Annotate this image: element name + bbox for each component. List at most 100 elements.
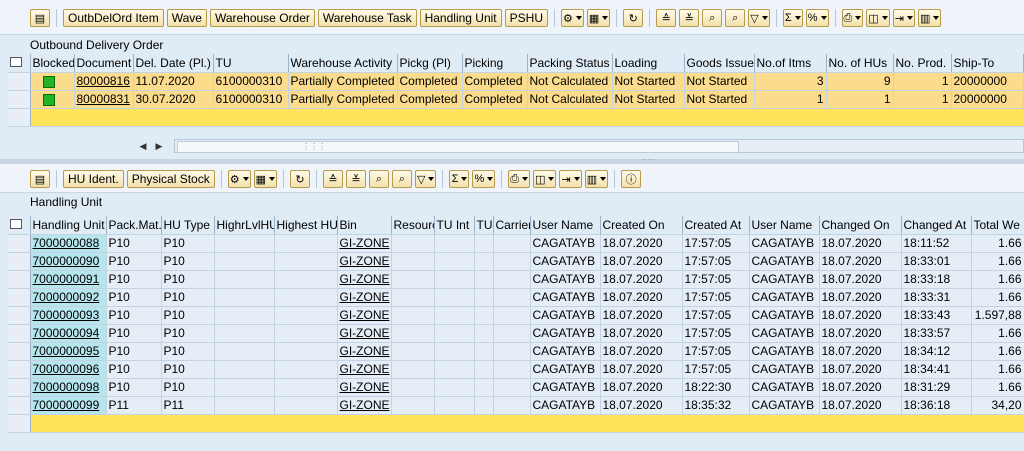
col-tu[interactable]: TU bbox=[474, 216, 494, 235]
document-link[interactable]: 80000816 bbox=[77, 74, 130, 88]
select-all-icon[interactable] bbox=[8, 216, 31, 235]
bin-link[interactable]: GI-ZONE bbox=[340, 344, 390, 358]
sum-icon[interactable]: Σ bbox=[782, 9, 803, 27]
col-user-name[interactable]: User Name bbox=[530, 216, 601, 235]
row-selector[interactable] bbox=[8, 252, 31, 271]
bin-link[interactable]: GI-ZONE bbox=[340, 272, 390, 286]
find-icon[interactable]: ⌕ bbox=[369, 170, 390, 188]
table-row[interactable]: 80000831 30.07.2020 6100000310 Partially… bbox=[8, 90, 1024, 109]
col-user-name-2[interactable]: User Name bbox=[749, 216, 820, 235]
hu-link[interactable]: 7000000088 bbox=[33, 236, 100, 250]
bin-link[interactable]: GI-ZONE bbox=[340, 380, 390, 394]
col-changed-at[interactable]: Changed At bbox=[901, 216, 972, 235]
row-selector[interactable] bbox=[8, 396, 31, 415]
layout-select-icon[interactable]: ▥ bbox=[917, 9, 942, 27]
hu-link[interactable]: 7000000093 bbox=[33, 308, 100, 322]
table-row[interactable]: 80000816 11.07.2020 6100000310 Partially… bbox=[8, 72, 1024, 91]
col-carrier[interactable]: Carrier bbox=[493, 216, 531, 235]
col-highest-hu[interactable]: Highest HU bbox=[274, 216, 338, 235]
table-row[interactable]: 7000000092 P10 P10 GI-ZONE CAGATAYB 18.07.202… bbox=[8, 288, 1024, 307]
pshu-button[interactable]: PSHU bbox=[504, 9, 548, 27]
odo-horizontal-scrollbar[interactable]: ◀ ▶ ⋮⋮⋮ bbox=[130, 139, 1024, 155]
wave-button[interactable]: Wave bbox=[166, 9, 207, 27]
hu-link[interactable]: 7000000096 bbox=[33, 362, 100, 376]
layout-icon[interactable]: ▦ bbox=[586, 9, 611, 27]
col-no-of-hus[interactable]: No. of HUs bbox=[826, 54, 894, 73]
subtotal-icon[interactable]: % bbox=[472, 170, 496, 188]
find-next-icon[interactable]: ⌕ bbox=[725, 9, 746, 27]
sort-descending-icon[interactable]: ≚ bbox=[679, 9, 700, 27]
details-icon[interactable]: ▤ bbox=[30, 9, 50, 27]
col-goods-issue[interactable]: Goods Issue bbox=[684, 54, 755, 73]
col-total-weight[interactable]: Total We bbox=[971, 216, 1024, 235]
col-changed-on[interactable]: Changed On bbox=[819, 216, 902, 235]
document-link[interactable]: 80000831 bbox=[77, 92, 130, 106]
col-loading[interactable]: Loading bbox=[612, 54, 685, 73]
table-row[interactable]: 7000000098 P10 P10 GI-ZONE CAGATAYB 18.07.202… bbox=[8, 378, 1024, 397]
row-selector[interactable] bbox=[8, 72, 31, 91]
bin-link[interactable]: GI-ZONE bbox=[340, 362, 390, 376]
hu-link[interactable]: 7000000090 bbox=[33, 254, 100, 268]
settings-icon[interactable]: ⚙ bbox=[227, 170, 251, 188]
col-highr-lvl-hu[interactable]: HighrLvlHU bbox=[214, 216, 275, 235]
row-selector[interactable] bbox=[8, 378, 31, 397]
row-selector[interactable] bbox=[8, 270, 31, 289]
hu-link[interactable]: 7000000098 bbox=[33, 380, 100, 394]
row-selector[interactable] bbox=[8, 324, 31, 343]
refresh-icon[interactable]: ↻ bbox=[290, 170, 311, 188]
filter-icon[interactable]: ▽ bbox=[415, 170, 437, 188]
table-row[interactable]: 7000000095 P10 P10 GI-ZONE CAGATAYB 18.07.202… bbox=[8, 342, 1024, 361]
filter-icon[interactable]: ▽ bbox=[748, 9, 770, 27]
hu-link[interactable]: 7000000092 bbox=[33, 290, 100, 304]
table-row[interactable]: 7000000094 P10 P10 GI-ZONE CAGATAYB 18.07.202… bbox=[8, 324, 1024, 343]
bin-link[interactable]: GI-ZONE bbox=[340, 236, 390, 250]
export-icon[interactable]: ⇥ bbox=[892, 9, 915, 27]
print-icon[interactable]: ⎙ bbox=[841, 9, 864, 27]
col-ship-to[interactable]: Ship-To bbox=[951, 54, 1024, 73]
row-selector[interactable] bbox=[8, 306, 31, 325]
sum-icon[interactable]: Σ bbox=[449, 170, 470, 188]
warehouse-task-button[interactable]: Warehouse Task bbox=[317, 9, 417, 27]
col-handling-unit[interactable]: Handling Unit bbox=[30, 216, 107, 235]
col-warehouse-activity[interactable]: Warehouse Activity bbox=[288, 54, 398, 73]
scroll-thumb[interactable]: ⋮⋮⋮ bbox=[177, 141, 739, 153]
bin-link[interactable]: GI-ZONE bbox=[340, 254, 390, 268]
bin-link[interactable]: GI-ZONE bbox=[340, 308, 390, 322]
hu-link[interactable]: 7000000091 bbox=[33, 272, 100, 286]
table-row[interactable]: 7000000093 P10 P10 GI-ZONE CAGATAYB 18.07.202… bbox=[8, 306, 1024, 325]
bin-link[interactable]: GI-ZONE bbox=[340, 326, 390, 340]
col-tu-int[interactable]: TU Int bbox=[434, 216, 475, 235]
table-row[interactable]: 7000000091 P10 P10 GI-ZONE CAGATAYB 18.07.202… bbox=[8, 270, 1024, 289]
warehouse-order-button[interactable]: Warehouse Order bbox=[209, 9, 315, 27]
col-created-on[interactable]: Created On bbox=[600, 216, 683, 235]
outbdelord-item-button[interactable]: OutbDelOrd Item bbox=[63, 9, 164, 27]
row-selector[interactable] bbox=[8, 90, 31, 109]
scroll-right-icon[interactable]: ▶ bbox=[152, 139, 166, 153]
row-selector[interactable] bbox=[8, 360, 31, 379]
export-icon[interactable]: ⇥ bbox=[559, 170, 582, 188]
refresh-icon[interactable]: ↻ bbox=[623, 9, 644, 27]
hu-link[interactable]: 7000000099 bbox=[33, 398, 100, 412]
table-row[interactable]: 7000000090 P10 P10 GI-ZONE CAGATAYB 18.07.202… bbox=[8, 252, 1024, 271]
col-pickg-pl[interactable]: Pickg (Pl) bbox=[397, 54, 463, 73]
layout-select-icon[interactable]: ▥ bbox=[584, 170, 609, 188]
col-picking[interactable]: Picking bbox=[462, 54, 528, 73]
sort-ascending-icon[interactable]: ≙ bbox=[323, 170, 344, 188]
row-selector[interactable] bbox=[8, 288, 31, 307]
select-all-icon[interactable] bbox=[8, 54, 31, 73]
view-icon[interactable]: ◫ bbox=[533, 170, 557, 188]
col-packing-status[interactable]: Packing Status bbox=[527, 54, 613, 73]
hu-link[interactable]: 7000000095 bbox=[33, 344, 100, 358]
handling-unit-button[interactable]: Handling Unit bbox=[419, 9, 502, 27]
table-row[interactable]: 7000000099 P11 P11 GI-ZONE CAGATAYB 18.07.202… bbox=[8, 396, 1024, 415]
row-selector[interactable] bbox=[8, 342, 31, 361]
find-icon[interactable]: ⌕ bbox=[702, 9, 723, 27]
col-no-prod[interactable]: No. Prod. bbox=[893, 54, 952, 73]
physical-stock-button[interactable]: Physical Stock bbox=[126, 170, 215, 188]
col-bin[interactable]: Bin bbox=[337, 216, 392, 235]
scroll-left-icon[interactable]: ◀ bbox=[136, 139, 150, 153]
layout-icon[interactable]: ▦ bbox=[253, 170, 278, 188]
find-next-icon[interactable]: ⌕ bbox=[392, 170, 413, 188]
col-document[interactable]: Document bbox=[74, 54, 134, 73]
print-icon[interactable]: ⎙ bbox=[508, 170, 531, 188]
